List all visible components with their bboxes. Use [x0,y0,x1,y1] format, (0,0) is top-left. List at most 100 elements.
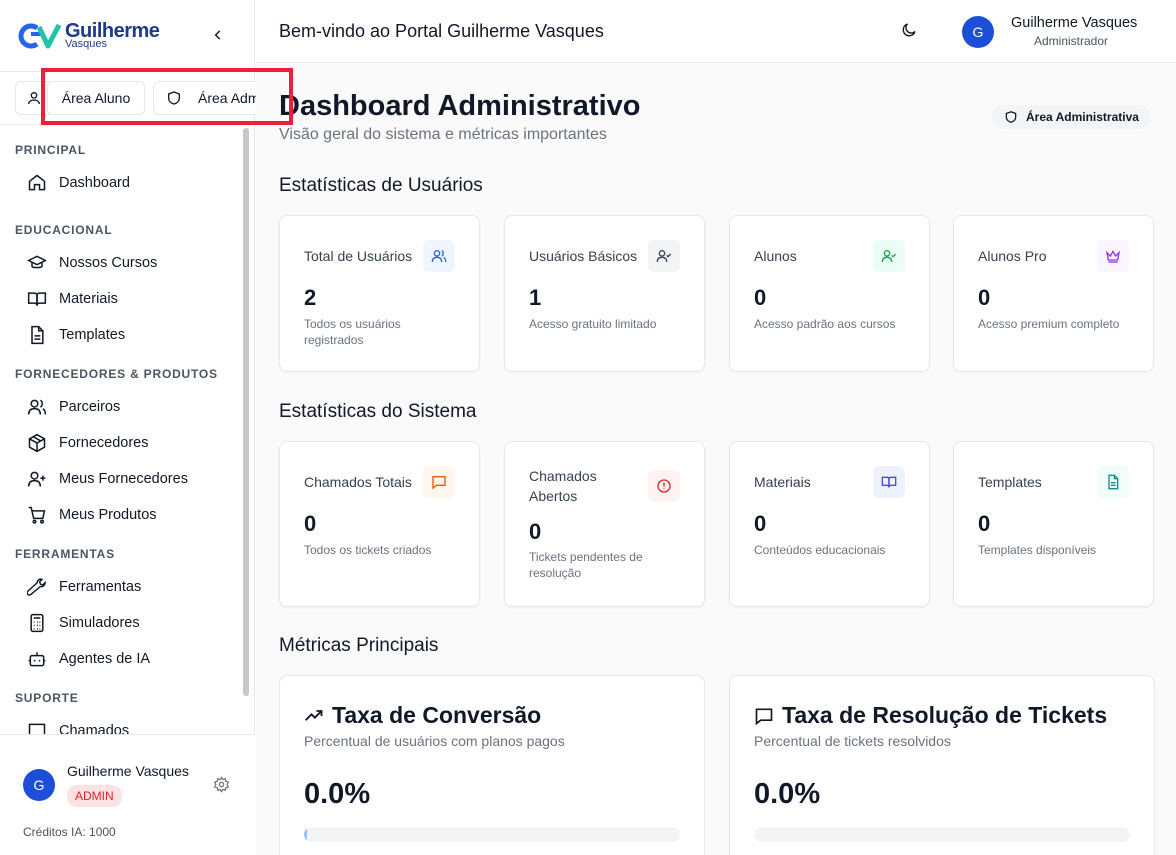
book-open-icon [27,292,47,306]
metric-title-label: Taxa de Conversão [332,702,542,728]
stat-desc: Acesso gratuito limitado [529,317,657,331]
user-plus-icon [27,471,46,487]
stat-label: Total de Usuários [304,248,413,264]
admin-badge-label: Área Administrativa [1026,110,1139,124]
user-check-icon [648,240,680,272]
stat-value: 0 [754,511,767,536]
sidebar-item-meus-fornecedores[interactable]: Meus Fornecedores [0,461,240,497]
progress-bar [304,827,680,842]
progress-bar [754,827,1130,842]
stat-value: 1 [529,285,542,310]
stat-label: Materiais [754,474,811,490]
avatar[interactable]: G [962,16,994,48]
stat-card-chamados-totais: Chamados Totais 0 Todos os tickets criad… [279,441,480,607]
stat-desc: Acesso padrão aos cursos [754,317,896,331]
sidebar-item-meus-produtos[interactable]: Meus Produtos [0,497,240,533]
metric-value: 0.0% [754,778,821,810]
admin-area-badge: Área Administrativa [992,105,1151,129]
page-subtitle: Visão geral do sistema e métricas import… [279,126,607,143]
stat-card-chamados-abertos: Chamados Abertos 0 Tickets pendentes de … [504,441,705,607]
sidebar-item-label: Meus Fornecedores [59,471,188,487]
cart-icon [28,506,46,524]
metric-title: Taxa de Conversão [304,702,541,729]
stat-desc: Todos os usuários registrados [304,317,401,347]
sidebar-item-agentes-ia[interactable]: Agentes de IA [0,641,240,677]
file-text-icon [1097,466,1129,498]
area-aluno-label: Área Aluno [61,90,131,106]
user-stats-title: Estatísticas de Usuários [279,175,483,196]
sidebar-item-templates[interactable]: Templates [0,317,240,353]
logo-icon [18,23,61,48]
sidebar-item-label: Dashboard [59,175,130,191]
sidebar-item-parceiros[interactable]: Parceiros [0,389,240,425]
metrics-title: Métricas Principais [279,635,439,656]
sidebar-item-label: Materiais [59,291,118,307]
alert-circle-icon [648,470,680,502]
stat-value: 0 [978,285,991,310]
graduation-cap-icon [27,255,47,269]
calculator-icon [30,613,44,633]
stat-label: Alunos [754,248,797,264]
sidebar-item-dashboard[interactable]: Dashboard [0,165,240,201]
stat-label: Usuários Básicos [529,248,638,264]
system-stats-title: Estatísticas do Sistema [279,401,477,422]
section-principal: PRINCIPAL [15,143,86,157]
package-icon [28,433,46,453]
sidebar-item-ferramentas[interactable]: Ferramentas [0,569,240,605]
stat-card-alunos: Alunos 0 Acesso padrão aos cursos [729,215,930,372]
collapse-sidebar-button[interactable] [208,24,228,46]
stat-card-total-usuarios: Total de Usuários 2 Todos os usuários re… [279,215,480,372]
sidebar-nav: PRINCIPAL Dashboard EDUCACIONAL Nossos C… [0,126,240,734]
sidebar-item-fornecedores[interactable]: Fornecedores [0,425,240,461]
trending-up-icon [305,709,323,721]
sidebar-item-label: Parceiros [59,399,121,415]
main-content: Dashboard Administrativo Visão geral do … [256,64,1176,855]
section-fornecedores-produtos: FORNECEDORES & PRODUTOS [15,367,218,381]
sidebar-item-materiais[interactable]: Materiais [0,281,240,317]
bot-icon [28,652,46,667]
sidebar-item-nossos-cursos[interactable]: Nossos Cursos [0,245,240,281]
logo-text: Guilherme Vasques [65,21,160,50]
book-open-icon [873,466,905,498]
ai-credits: Créditos IA: 1000 [23,825,116,839]
gear-icon [213,776,230,793]
area-aluno-button[interactable]: Área Aluno [47,81,145,115]
sidebar-scrollbar[interactable] [243,128,249,696]
metric-subtitle: Percentual de tickets resolvidos [754,733,951,749]
stat-label: Chamados Totais [304,474,412,490]
message-icon [423,466,455,498]
stat-label: Chamados Abertos [529,468,597,504]
metric-title: Taxa de Resolução de Tickets [754,702,1107,729]
message-icon [755,708,773,725]
stat-desc: Tickets pendentes de resolução [529,550,643,580]
metric-card-resolucao-tickets: Taxa de Resolução de Tickets Percentual … [729,675,1155,855]
metric-title-label: Taxa de Resolução de Tickets [782,702,1108,728]
sidebar-item-simuladores[interactable]: Simuladores [0,605,240,641]
stat-value: 0 [304,511,317,536]
stat-label: Templates [978,474,1042,490]
sidebar-item-label: Fornecedores [59,435,149,451]
stat-card-materiais: Materiais 0 Conteúdos educacionais [729,441,930,607]
settings-button[interactable] [213,776,230,798]
theme-toggle-button[interactable] [900,21,918,44]
role-badge: ADMIN [67,785,122,807]
shield-icon [1005,111,1017,123]
users-icon [423,240,455,272]
sidebar-item-label: Ferramentas [59,579,142,595]
metric-subtitle: Percentual de usuários com planos pagos [304,733,565,749]
crown-icon [1097,240,1129,272]
sidebar-user-panel: G Guilherme Vasques ADMIN Créditos IA: 1… [0,734,255,855]
chevron-left-icon [214,30,221,40]
section-suporte: SUPORTE [15,691,79,705]
stat-desc: Acesso premium completo [978,317,1120,331]
sidebar-item-label: Nossos Cursos [59,255,158,271]
stat-value: 0 [978,511,991,536]
user-icon [28,92,40,105]
file-text-icon [31,325,44,345]
sidebar-item-chamados[interactable]: Chamados [0,713,240,734]
sidebar-item-label: Simuladores [59,615,140,631]
stat-card-templates: Templates 0 Templates disponíveis [953,441,1154,607]
avatar[interactable]: G [23,769,55,801]
section-ferramentas: FERRAMENTAS [15,547,115,561]
stat-desc: Todos os tickets criados [304,543,432,557]
